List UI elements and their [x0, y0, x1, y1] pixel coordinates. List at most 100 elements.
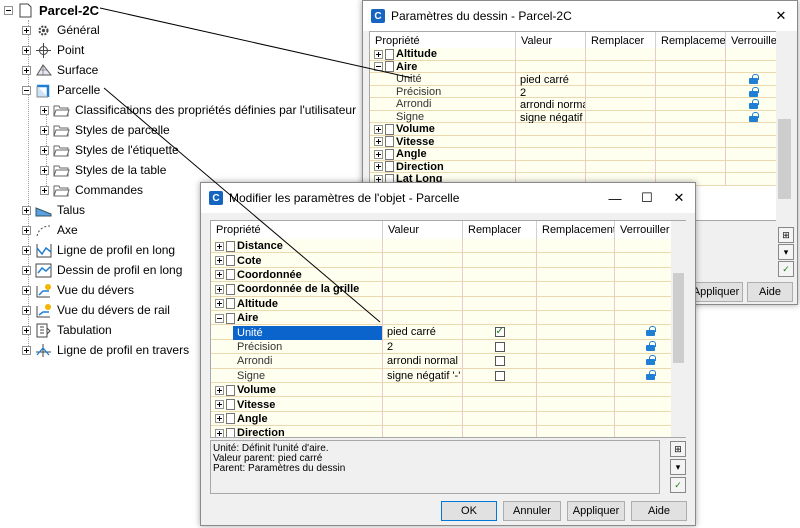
tree-item-10[interactable]: Axe [22, 220, 78, 240]
expand-icon[interactable] [215, 241, 224, 251]
table-row[interactable]: Vitesse [211, 397, 685, 412]
expand-icon[interactable] [374, 124, 383, 134]
maximize-icon[interactable]: ☐ [631, 183, 663, 213]
table-row[interactable]: Unité pied carré [211, 325, 685, 340]
table-row[interactable]: Coordonnée de la grille [211, 282, 685, 297]
expand-icon[interactable] [40, 165, 49, 175]
scrollbar[interactable] [776, 31, 793, 221]
ok-button[interactable]: OK [441, 501, 497, 521]
table-row[interactable]: Précision 2 [370, 85, 781, 98]
lock-icon[interactable] [749, 111, 759, 123]
expand-icon[interactable] [374, 137, 383, 147]
check-icon[interactable]: ✓ [670, 477, 686, 493]
table-row[interactable]: Cote [211, 253, 685, 268]
lock-icon[interactable] [749, 74, 759, 85]
expand-icon[interactable] [22, 325, 31, 335]
expand-icon[interactable] [22, 225, 31, 235]
expand-icon[interactable] [215, 428, 224, 437]
table-row[interactable]: Aire [370, 60, 781, 73]
filter-icon[interactable]: ▾ [670, 459, 686, 475]
expand-icon[interactable] [22, 345, 31, 355]
tree-item-12[interactable]: Dessin de profil en long [22, 260, 182, 280]
expand-icon[interactable] [22, 45, 31, 55]
expand-all-icon[interactable]: ⊞ [670, 441, 686, 457]
table-row[interactable]: Altitude [211, 296, 685, 311]
help-button[interactable]: Aide [747, 282, 793, 302]
expand-icon[interactable] [40, 145, 49, 155]
lock-icon[interactable] [645, 340, 656, 352]
expand-icon[interactable] [40, 105, 49, 115]
tree-item-13[interactable]: Vue du dévers [22, 280, 134, 300]
table-row[interactable]: Volume [211, 383, 685, 398]
expand-icon[interactable] [215, 284, 224, 294]
expand-icon[interactable] [215, 299, 224, 309]
tree-item-1[interactable]: Point [22, 40, 84, 60]
expand-icon[interactable] [22, 205, 31, 215]
minimize-icon[interactable]: — [599, 183, 631, 213]
expand-icon[interactable] [374, 162, 383, 172]
expand-icon[interactable] [215, 385, 224, 395]
expand-icon[interactable] [215, 256, 224, 266]
tree-item-4[interactable]: Classifications des propriétés définies … [40, 100, 356, 120]
column-header[interactable]: Valeur [383, 221, 463, 240]
expand-icon[interactable] [215, 414, 224, 424]
expand-icon[interactable] [22, 25, 31, 35]
expand-icon[interactable] [22, 245, 31, 255]
table-row[interactable]: Signe signe négatif '-' [211, 368, 685, 383]
table-row[interactable]: Aire [211, 311, 685, 326]
filter-icon[interactable]: ▾ [778, 244, 794, 260]
expand-icon[interactable] [40, 125, 49, 135]
tree-item-9[interactable]: Talus [22, 200, 85, 220]
tree-item-11[interactable]: Ligne de profil en long [22, 240, 175, 260]
override-checkbox[interactable] [494, 341, 505, 352]
tree-item-6[interactable]: Styles de l'étiquette [40, 140, 179, 160]
expand-icon[interactable] [22, 265, 31, 275]
table-row[interactable]: Coordonnée [211, 267, 685, 283]
expand-icon[interactable] [40, 185, 49, 195]
column-header[interactable]: Propriété [211, 221, 383, 240]
table-row[interactable]: Angle [370, 148, 781, 161]
override-checkbox[interactable] [494, 325, 505, 339]
table-row[interactable]: Vitesse [370, 135, 781, 148]
table-row[interactable]: Signe signe négatif '-' [370, 110, 781, 123]
table-row[interactable]: Angle [211, 411, 685, 427]
tree-item-15[interactable]: Tabulation [22, 320, 112, 340]
expand-icon[interactable] [22, 285, 31, 295]
tree-item-0[interactable]: Général [22, 20, 100, 40]
lock-icon[interactable] [749, 86, 759, 98]
expand-icon[interactable] [22, 305, 31, 315]
tree-item-7[interactable]: Styles de la table [40, 160, 166, 180]
tree-item-3[interactable]: Parcelle [22, 80, 100, 100]
apply-button[interactable]: Appliquer [567, 501, 625, 521]
tree-item-8[interactable]: Commandes [40, 180, 143, 200]
collapse-icon[interactable] [215, 313, 224, 323]
lock-icon[interactable] [645, 369, 656, 381]
tree-item-2[interactable]: Surface [22, 60, 98, 80]
collapse-icon[interactable] [4, 5, 13, 15]
close-icon[interactable]: ✕ [663, 183, 695, 213]
close-icon[interactable]: ✕ [765, 1, 797, 31]
table-row[interactable]: Arrondi arrondi normal [370, 98, 781, 111]
expand-icon[interactable] [374, 49, 383, 59]
scrollbar[interactable] [671, 221, 686, 437]
lock-icon[interactable] [645, 355, 656, 366]
table-row[interactable]: Direction [370, 160, 781, 173]
override-checkbox[interactable] [494, 370, 505, 381]
check-icon[interactable]: ✓ [778, 261, 794, 277]
expand-icon[interactable] [215, 400, 224, 410]
column-header[interactable]: Remplacer [463, 221, 537, 240]
cancel-button[interactable]: Annuler [503, 501, 561, 521]
table-row[interactable]: Volume [370, 123, 781, 136]
expand-icon[interactable] [22, 65, 31, 75]
column-header[interactable]: Remplacement... [537, 221, 615, 240]
table-row[interactable]: Altitude [370, 48, 781, 61]
table-row[interactable]: Direction [211, 426, 685, 437]
help-button[interactable]: Aide [631, 501, 687, 521]
collapse-icon[interactable] [374, 62, 383, 72]
tree-item-14[interactable]: Vue du dévers de rail [22, 300, 170, 320]
table-row[interactable]: Précision 2 [211, 339, 685, 355]
expand-all-icon[interactable]: ⊞ [778, 227, 794, 243]
table-row[interactable]: Arrondi arrondi normal [211, 354, 685, 369]
lock-icon[interactable] [645, 326, 656, 337]
table-row[interactable]: Distance [211, 239, 685, 254]
